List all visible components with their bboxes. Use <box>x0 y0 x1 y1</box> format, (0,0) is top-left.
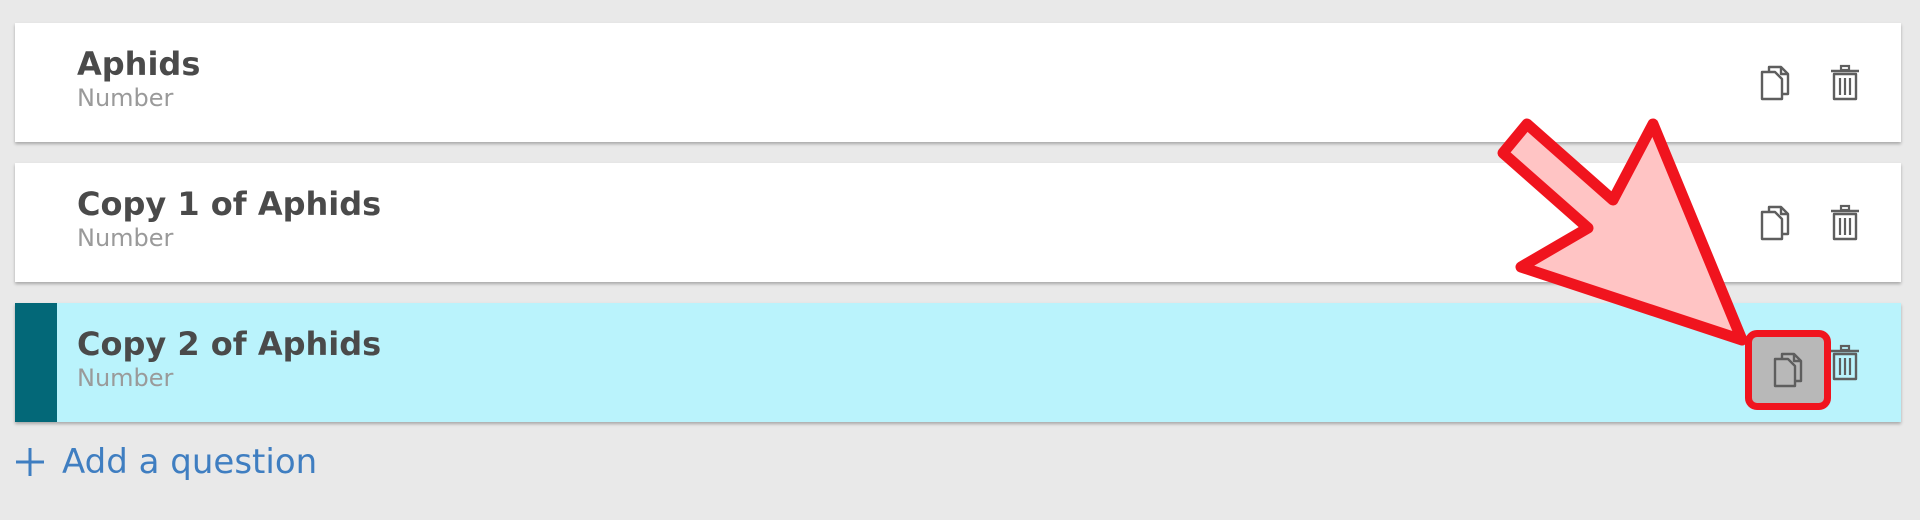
copy-icon <box>1760 205 1790 241</box>
trash-icon <box>1831 64 1859 101</box>
question-text: Copy 1 of Aphids Number <box>77 185 381 253</box>
question-type: Number <box>77 224 174 252</box>
stage: Aphids Number Copy 1 of Aphids Number Co… <box>0 0 1920 520</box>
question-title: Aphids <box>77 45 201 83</box>
question-text: Aphids Number <box>77 45 200 113</box>
question-card[interactable]: Aphids Number <box>15 23 1901 142</box>
question-type: Number <box>77 84 174 112</box>
copy-icon <box>1760 65 1790 101</box>
delete-question-button[interactable] <box>1825 63 1865 103</box>
trash-icon <box>1831 204 1859 241</box>
question-title: Copy 2 of Aphids <box>77 325 382 363</box>
add-question-label: Add a question <box>62 442 318 482</box>
copy-question-button[interactable] <box>1755 63 1795 103</box>
question-title: Copy 1 of Aphids <box>77 185 382 223</box>
plus-icon <box>14 446 46 478</box>
add-question-link[interactable]: Add a question <box>14 442 317 482</box>
trash-icon <box>1831 344 1859 381</box>
delete-question-button[interactable] <box>1825 343 1865 383</box>
delete-question-button[interactable] <box>1825 203 1865 243</box>
question-list: Aphids Number Copy 1 of Aphids Number Co… <box>15 23 1901 443</box>
question-card-selected[interactable]: Copy 2 of Aphids Number <box>15 303 1901 422</box>
question-card[interactable]: Copy 1 of Aphids Number <box>15 163 1901 282</box>
copy-question-button-highlighted[interactable] <box>1745 330 1831 410</box>
copy-icon <box>1773 352 1803 388</box>
selection-indicator <box>15 303 57 422</box>
question-type: Number <box>77 364 174 392</box>
copy-question-button[interactable] <box>1755 203 1795 243</box>
question-text: Copy 2 of Aphids Number <box>77 325 381 393</box>
